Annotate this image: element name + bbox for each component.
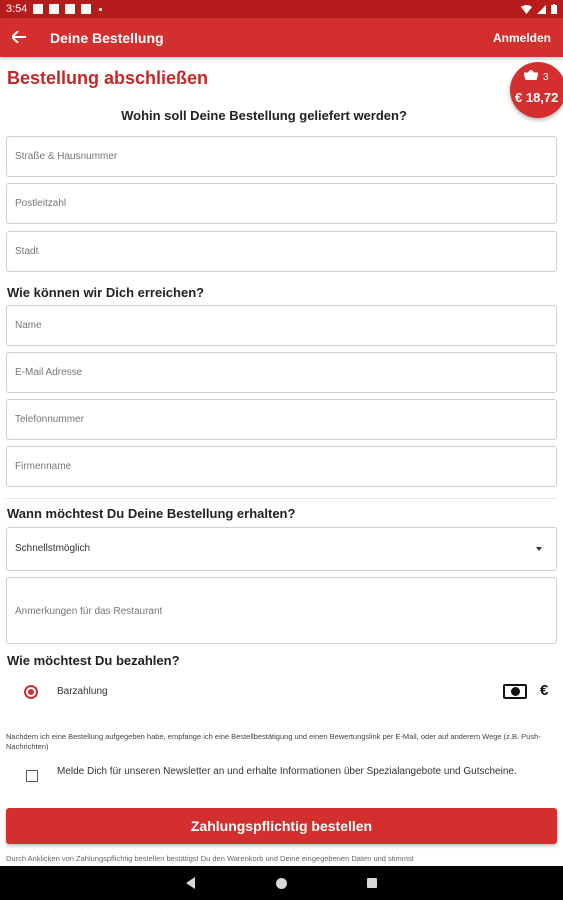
- notification-icon: [49, 4, 60, 14]
- zip-placeholder: Postleitzahl: [15, 198, 67, 209]
- app-bar: Deine Bestellung Anmelden: [0, 18, 563, 57]
- confirmation-note: Nachdem ich eine Bestellung aufgegeben h…: [6, 732, 541, 751]
- divider: [6, 498, 557, 499]
- notification-icon: [81, 4, 92, 14]
- coin-icon: [511, 687, 520, 696]
- newsletter-label[interactable]: Melde Dich für unseren Newsletter an und…: [57, 765, 517, 779]
- nav-recents-icon[interactable]: [367, 878, 377, 888]
- company-placeholder: Firmenname: [15, 461, 72, 472]
- battery-icon: [551, 4, 557, 14]
- legal-text: Durch Anklicken von Zahlungspflichtig be…: [6, 854, 414, 863]
- cash-payment-radio[interactable]: [24, 685, 38, 699]
- name-placeholder: Name: [15, 320, 42, 331]
- phone-placeholder: Telefonnummer: [15, 414, 84, 425]
- status-time: 3:54: [6, 3, 28, 15]
- nav-back-icon[interactable]: [186, 877, 195, 889]
- city-placeholder: Stadt: [15, 246, 39, 257]
- cart-total: € 18,72: [515, 90, 559, 105]
- nav-home-icon[interactable]: [276, 878, 287, 889]
- delivery-heading: Wohin soll Deine Bestellung geliefert we…: [121, 108, 407, 123]
- restaurant-notes-input[interactable]: Anmerkungen für das Restaurant: [6, 577, 557, 644]
- system-nav-bar: [0, 866, 563, 900]
- more-notifications-icon: [99, 7, 103, 11]
- restaurant-notes-placeholder: Anmerkungen für das Restaurant: [15, 606, 163, 617]
- signal-icon: [537, 4, 546, 14]
- email-input[interactable]: E-Mail Adresse: [6, 352, 557, 393]
- status-bar: 3:54: [0, 0, 563, 18]
- login-button[interactable]: Anmelden: [493, 31, 551, 45]
- delivery-time-value: Schnellstmöglich: [15, 543, 91, 554]
- cash-payment-label[interactable]: Barzahlung: [57, 686, 108, 697]
- cart-count: 3: [543, 72, 549, 83]
- status-right: [521, 4, 557, 14]
- euro-icon: €: [540, 682, 549, 699]
- street-placeholder: Straße & Hausnummer: [15, 151, 118, 162]
- notification-icon: [33, 4, 44, 14]
- street-input[interactable]: Straße & Hausnummer: [6, 136, 557, 177]
- phone-input[interactable]: Telefonnummer: [6, 399, 557, 440]
- name-input[interactable]: Name: [6, 305, 557, 346]
- delivery-time-select[interactable]: Schnellstmöglich: [6, 527, 557, 571]
- back-arrow-icon[interactable]: [10, 27, 36, 48]
- app-bar-title: Deine Bestellung: [50, 29, 164, 46]
- timing-heading: Wann möchtest Du Deine Bestellung erhalt…: [7, 506, 296, 521]
- wifi-icon: [521, 4, 532, 14]
- contact-heading: Wie können wir Dich erreichen?: [7, 285, 205, 300]
- dropdown-caret-icon: [536, 547, 542, 551]
- notification-icon: [65, 4, 76, 14]
- zip-input[interactable]: Postleitzahl: [6, 183, 557, 224]
- basket-icon: [524, 70, 538, 80]
- company-input[interactable]: Firmenname: [6, 446, 557, 487]
- email-placeholder: E-Mail Adresse: [15, 367, 83, 378]
- city-input[interactable]: Stadt: [6, 231, 557, 272]
- cash-icon: [503, 684, 527, 699]
- page-title: Bestellung abschließen: [7, 68, 209, 88]
- newsletter-checkbox[interactable]: [26, 770, 38, 782]
- payment-heading: Wie möchtest Du bezahlen?: [7, 653, 180, 668]
- place-order-button[interactable]: Zahlungspflichtig bestellen: [6, 808, 557, 844]
